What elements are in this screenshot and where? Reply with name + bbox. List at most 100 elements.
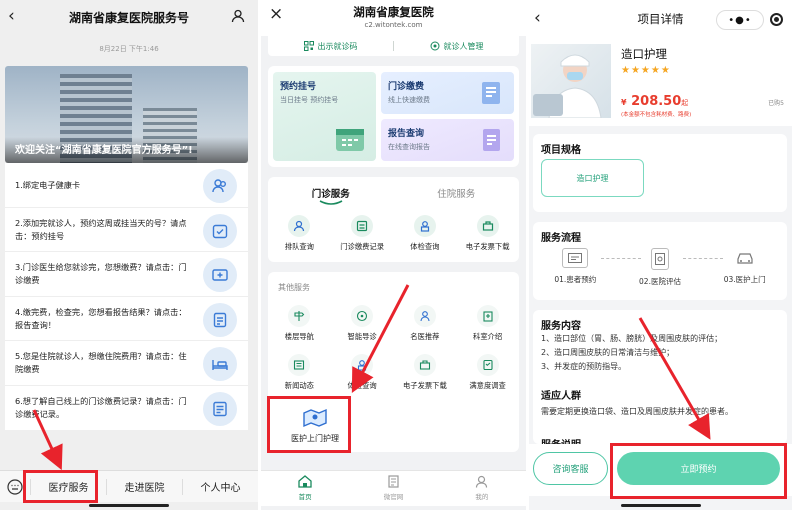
famous-doctor-button[interactable]: 名医推荐: [394, 305, 457, 342]
detail-header: ‹ 项目详情 •●•: [529, 0, 792, 38]
checkup-icon: [351, 354, 374, 376]
menu-about-hospital[interactable]: 走进医院: [107, 479, 182, 494]
outpatient-payment-box[interactable]: 门诊缴费 线上快速缴费: [381, 72, 514, 114]
smart-triage-label: 智能导诊: [347, 332, 377, 341]
floor-navigation-button[interactable]: 楼层导航: [268, 305, 331, 342]
wechat-service-account-panel: ‹ 湖南省康复医院服务号 ♢ 8月22日 下午1:46 欢迎关注“湖南省康复医院…: [0, 0, 258, 510]
list-item[interactable]: 2.添加完就诊人，预约这周或挂当天的号？请点击：预约挂号: [5, 208, 248, 252]
payment-record-button[interactable]: 门诊缴费记录: [331, 215, 394, 252]
nav-home[interactable]: 首页: [261, 471, 349, 506]
flow-connector: [683, 258, 723, 259]
highlight-box: [610, 443, 787, 499]
flow-step-label: 02.医院评估: [639, 277, 681, 286]
checkup-query2-button[interactable]: 体检查询: [331, 354, 394, 391]
bottom-navigation: 首页 微官网 我的: [261, 470, 526, 506]
content-lines: 1、造口部位（胃、肠、膀胱）及周围皮肤的评估； 2、造口周围皮肤的日常清洁与维护…: [541, 332, 781, 374]
settings-icon: [430, 41, 439, 51]
smart-triage-button[interactable]: 智能导诊: [331, 305, 394, 342]
invoice-download2-button[interactable]: 电子发票下载: [394, 354, 457, 391]
service-tabs: 门诊服务 住院服务: [268, 177, 519, 205]
back-icon[interactable]: ‹: [8, 6, 15, 26]
user-icon: [476, 475, 488, 488]
doctor-icon: [413, 305, 436, 327]
payment-record-label: 门诊缴费记录: [340, 242, 385, 251]
flow-card: 服务流程 01.患者预约 02.医院评估 03.医护上门: [533, 222, 787, 300]
highlight-box: [267, 396, 351, 453]
patient-management-label: 就诊人管理: [443, 41, 484, 51]
satisfaction-survey-button[interactable]: 满意度调查: [456, 354, 519, 391]
rating-stars: ★★★★★: [621, 65, 671, 76]
home-indicator: [89, 504, 169, 507]
product-summary: 造口护理 ★★★★★ ¥ 208.50起 (本金额不包含耗材费、路费) 已购5: [529, 38, 792, 126]
list-item[interactable]: 3.门诊医生给您就诊完，您想缴费？请点击：门诊缴费: [5, 252, 248, 297]
list-item[interactable]: 4.缴完费，检查完，您想看报告结果？请点击：报告查询！: [5, 297, 248, 341]
flow-connector: [601, 258, 641, 259]
close-icon[interactable]: ×: [269, 4, 283, 24]
flow-step-label: 01.患者预约: [554, 275, 597, 284]
mute-icon: ♢: [181, 11, 189, 20]
list-item[interactable]: 1.绑定电子健康卡: [5, 163, 248, 208]
checkup-query2-label: 体检查询: [347, 381, 377, 390]
list-item[interactable]: 5.您是住院就诊人，想缴住院费用？请点击：住院缴费: [5, 341, 248, 386]
list-item-text: 1.绑定电子健康卡: [15, 179, 81, 190]
flow-step: 02.医院评估: [618, 248, 703, 287]
checkup-icon: [413, 215, 436, 237]
nav-mine[interactable]: 我的: [438, 471, 526, 506]
quick-services-card: 预约挂号 当日挂号 预约挂号 门诊缴费 线上快速缴费 报告查询 在线查询报告: [268, 66, 519, 167]
detail-title: 项目详情: [637, 12, 684, 26]
nav-mine-label: 我的: [475, 493, 489, 501]
close-miniapp-icon[interactable]: [770, 13, 783, 26]
back-icon[interactable]: ‹: [534, 8, 541, 28]
consult-service-button[interactable]: 咨询客服: [533, 452, 608, 485]
content-line: 1、造口部位（胃、肠、膀胱）及周围皮肤的评估；: [541, 334, 723, 343]
famous-doctor-label: 名医推荐: [410, 332, 440, 341]
message-date: 8月22日 下午1:46: [99, 45, 159, 53]
list-item-text: 4.缴完费，检查完，您想看报告结果？请点击：报告查询！: [15, 306, 187, 330]
tab-outpatient[interactable]: 门诊服务: [268, 186, 394, 205]
menu-personal-center[interactable]: 个人中心: [183, 479, 258, 494]
spec-card: 项目规格 造口护理: [533, 134, 787, 212]
more-menu-button[interactable]: •●•: [716, 10, 764, 30]
payment-icon: [482, 82, 500, 104]
list-item[interactable]: 6.想了解自己线上的门诊缴费记录？请点击：门诊缴费记录。: [5, 386, 248, 431]
appointment-box[interactable]: 预约挂号 当日挂号 预约挂号: [273, 72, 376, 161]
other-services-label: 其他服务: [278, 283, 310, 292]
queue-icon: [288, 215, 311, 237]
checkup-query-button[interactable]: 体检查询: [394, 215, 457, 252]
invoice-download-button[interactable]: 电子发票下载: [456, 215, 519, 252]
bed-icon: [203, 347, 237, 381]
document-icon: [388, 475, 399, 488]
flow-steps: 01.患者预约 02.医院评估 03.医护上门: [533, 248, 787, 287]
tab-outpatient-label: 门诊服务: [311, 189, 350, 200]
patient-management-button[interactable]: 就诊人管理: [394, 41, 519, 52]
spec-option-button[interactable]: 造口护理: [541, 159, 644, 197]
other-services-row: 新闻动态 体检查询 电子发票下载 满意度调查: [268, 354, 519, 391]
outpatient-services-card: 门诊服务 住院服务 排队查询 门诊缴费记录 体检查询 电子发票下载: [268, 177, 519, 262]
webview-url: c2.witontek.com: [364, 21, 423, 29]
welcome-banner[interactable]: 欢迎关注“湖南省康复医院官方服务号”!: [5, 66, 248, 163]
invoice-icon: [413, 354, 436, 376]
show-visit-code-button[interactable]: 出示就诊码: [268, 41, 393, 52]
news-button[interactable]: 新闻动态: [268, 354, 331, 391]
id-card-icon: [562, 248, 589, 268]
chat-title: 湖南省康复医院服务号: [68, 10, 189, 25]
queue-query-button[interactable]: 排队查询: [268, 215, 331, 252]
assessment-icon: [651, 248, 669, 270]
car-icon: [732, 248, 758, 268]
news-icon: [288, 354, 311, 376]
department-intro-button[interactable]: 科室介绍: [456, 305, 519, 342]
tab-inpatient[interactable]: 住院服务: [394, 186, 520, 200]
show-visit-code-label: 出示就诊码: [317, 41, 358, 51]
price-suffix: 起: [681, 99, 689, 107]
highlight-box: [23, 470, 98, 503]
home-icon: [298, 475, 312, 488]
crowd-text: 需要定期更换造口袋、造口及周围皮肤并发症的患者。: [541, 407, 733, 416]
nav-micro-site[interactable]: 微官网: [349, 471, 437, 506]
floor-navigation-label: 楼层导航: [284, 332, 314, 341]
home-indicator: [620, 504, 701, 507]
qr-code-icon: [303, 41, 314, 51]
profile-icon[interactable]: [231, 9, 245, 23]
flow-step: 03.医护上门: [702, 248, 787, 287]
nav-home-label: 首页: [298, 493, 312, 501]
report-query-box[interactable]: 报告查询 在线查询报告: [381, 119, 514, 161]
